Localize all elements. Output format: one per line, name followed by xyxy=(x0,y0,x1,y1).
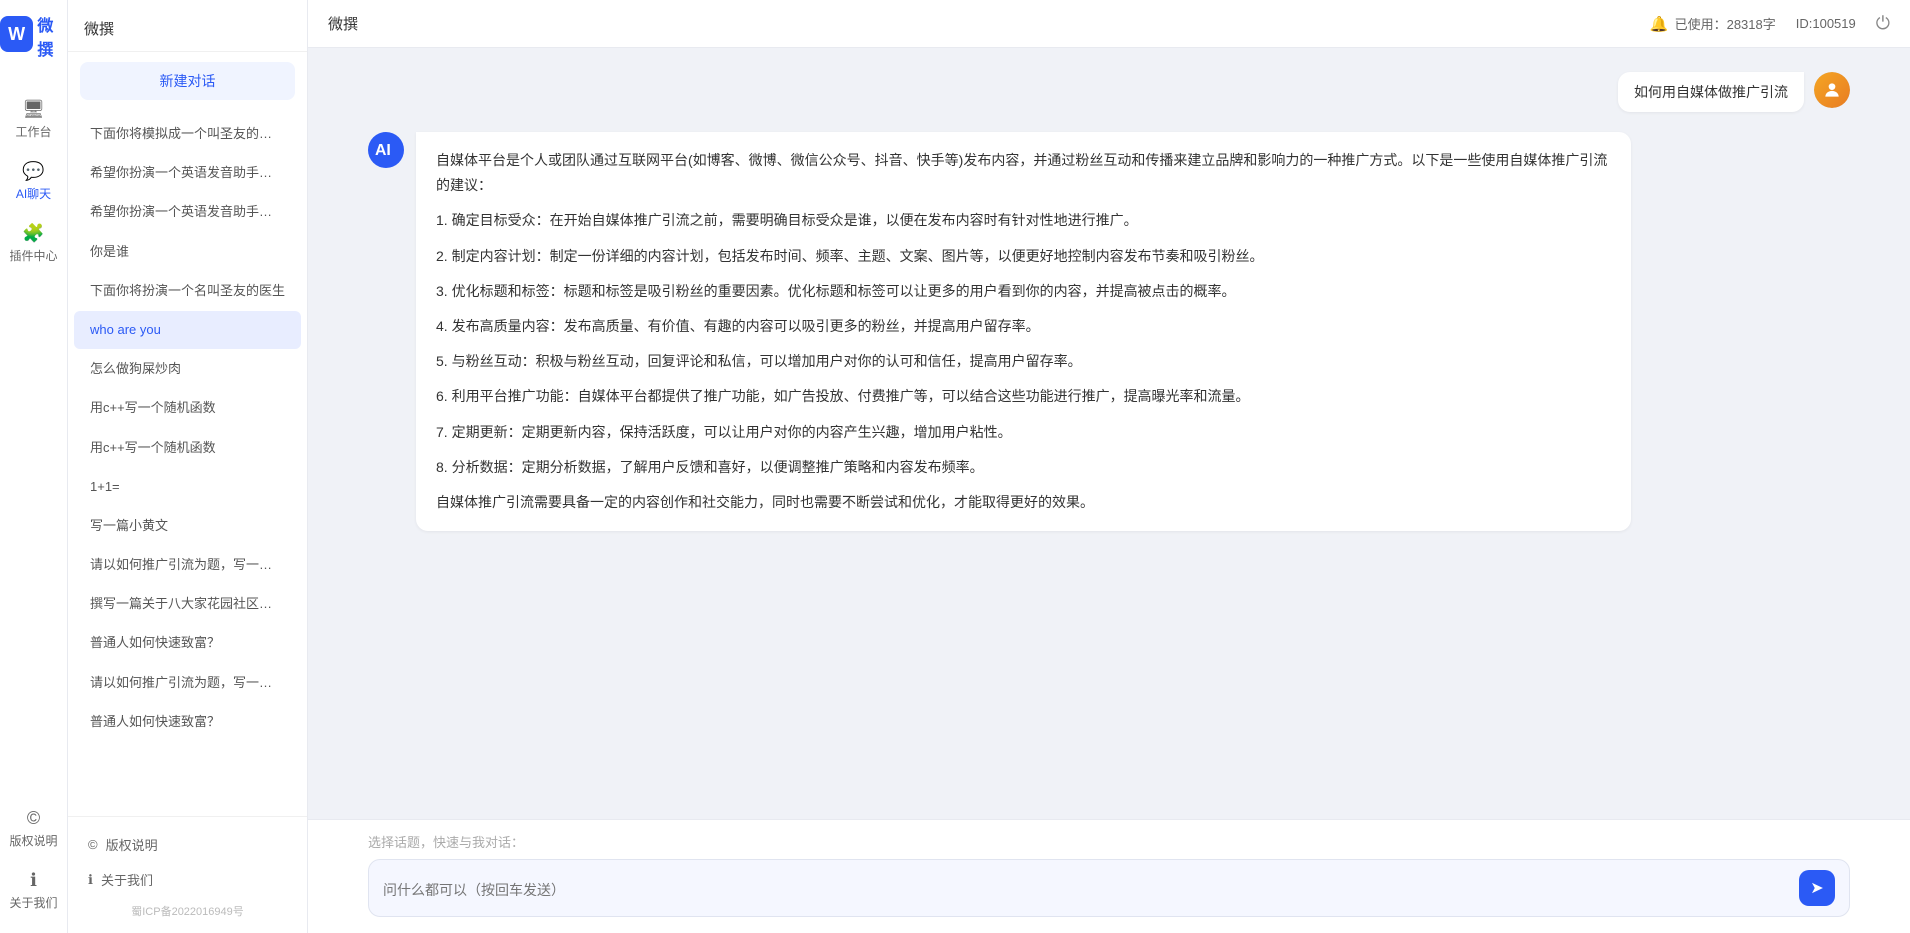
footer-copyright-icon: © xyxy=(88,837,98,852)
aichat-icon: 💬 xyxy=(23,160,45,182)
user-avatar xyxy=(1814,72,1850,108)
ai-paragraph-4: 4. 发布高质量内容：发布高质量、有价值、有趣的内容可以吸引更多的粉丝，并提高用… xyxy=(436,314,1611,339)
send-button[interactable]: ➤ xyxy=(1799,870,1835,906)
sidebar-item-plugin[interactable]: 🧩 插件中心 xyxy=(0,212,67,274)
footer-about-button[interactable]: ℹ 关于我们 xyxy=(84,862,291,897)
sidebar-item-aichat[interactable]: 💬 AI聊天 xyxy=(0,150,67,212)
logo-icon: W xyxy=(0,16,33,52)
input-section: 选择话题，快速与我对话： ➤ xyxy=(308,819,1910,933)
aichat-label: AI聊天 xyxy=(16,185,51,202)
user-id: ID:100519 xyxy=(1796,16,1856,31)
list-item[interactable]: 你是谁 xyxy=(74,233,301,271)
user-avatar-image xyxy=(1814,72,1850,108)
plugin-icon: 🧩 xyxy=(23,222,45,244)
about-label: 关于我们 xyxy=(9,894,57,911)
ai-paragraph-0: 自媒体平台是个人或团队通过互联网平台(如博客、微博、微信公众号、抖音、快手等)发… xyxy=(436,148,1611,198)
logout-button[interactable]: ⏻ xyxy=(1876,13,1890,34)
sidebar-item-copyright[interactable]: © 版权说明 xyxy=(9,797,57,859)
main-content: 微撰 🔔 已使用：28318字 ID:100519 ⏻ 如何用自媒体做推广引流 xyxy=(308,0,1910,933)
logo-area: W 微撰 xyxy=(0,12,67,60)
ai-paragraph-9: 自媒体推广引流需要具备一定的内容创作和社交能力，同时也需要不断尝试和优化，才能取… xyxy=(436,490,1611,515)
plugin-label: 插件中心 xyxy=(9,247,57,264)
topbar-right: 🔔 已使用：28318字 ID:100519 ⏻ xyxy=(1650,13,1890,34)
input-wrapper: ➤ xyxy=(368,859,1850,917)
workbench-label: 工作台 xyxy=(15,123,51,140)
list-item[interactable]: 下面你将扮演一个名叫圣友的医生 xyxy=(74,272,301,310)
list-item[interactable]: 希望你扮演一个英语发音助手，我提供给你... xyxy=(74,193,301,231)
copyright-label: 版权说明 xyxy=(9,832,57,849)
ai-message: AI 自媒体平台是个人或团队通过互联网平台(如博客、微博、微信公众号、抖音、快手… xyxy=(368,132,1850,531)
list-item[interactable]: 怎么做狗屎炒肉 xyxy=(74,350,301,388)
list-item[interactable]: 撰写一篇关于八大家花园社区一刻钟便民生... xyxy=(74,585,301,623)
new-conversation-button[interactable]: 新建对话 xyxy=(80,62,295,100)
conversation-list: 下面你将模拟成一个叫圣友的程序员、我说... 希望你扮演一个英语发音助手，我提供… xyxy=(68,110,307,816)
sidebar-header: 微撰 xyxy=(68,0,307,52)
left-navigation: W 微撰 🖥 工作台 💬 AI聊天 🧩 插件中心 © 版权说明 ℹ 关于我们 xyxy=(0,0,68,933)
footer-about-icon: ℹ xyxy=(88,872,93,888)
list-item[interactable]: 用c++写一个随机函数 xyxy=(74,389,301,427)
about-icon: ℹ xyxy=(22,869,44,891)
ai-paragraph-2: 2. 制定内容计划：制定一份详细的内容计划，包括发布时间、频率、主题、文案、图片… xyxy=(436,244,1611,269)
ai-paragraph-5: 5. 与粉丝互动：积极与粉丝互动，回复评论和私信，可以增加用户对你的认可和信任，… xyxy=(436,349,1611,374)
user-message: 如何用自媒体做推广引流 xyxy=(368,72,1850,112)
sidebar-footer: © 版权说明 ℹ 关于我们 蜀ICP备2022016949号 xyxy=(68,816,307,933)
workbench-icon: 🖥 xyxy=(23,98,45,120)
ai-bubble: 自媒体平台是个人或团队通过互联网平台(如博客、微博、微信公众号、抖音、快手等)发… xyxy=(416,132,1631,531)
usage-info: 🔔 已使用：28318字 xyxy=(1650,14,1776,33)
ai-paragraph-7: 7. 定期更新：定期更新内容，保持活跃度，可以让用户对你的内容产生兴趣，增加用户… xyxy=(436,420,1611,445)
beian-info: 蜀ICP备2022016949号 xyxy=(84,897,291,923)
ai-paragraph-6: 6. 利用平台推广功能：自媒体平台都提供了推广功能，如广告投放、付费推广等，可以… xyxy=(436,384,1611,409)
ai-paragraph-1: 1. 确定目标受众：在开始自媒体推广引流之前，需要明确目标受众是谁，以便在发布内… xyxy=(436,208,1611,233)
copyright-icon: © xyxy=(22,807,44,829)
ai-avatar: AI xyxy=(368,132,404,168)
list-item[interactable]: 希望你扮演一个英语发音助手，我提供给你... xyxy=(74,154,301,192)
footer-about-label: 关于我们 xyxy=(101,870,153,889)
user-bubble: 如何用自媒体做推广引流 xyxy=(1618,72,1804,112)
ai-paragraph-8: 8. 分析数据：定期分析数据，了解用户反馈和喜好，以便调整推广策略和内容发布频率… xyxy=(436,455,1611,480)
list-item[interactable]: 普通人如何快速致富？ xyxy=(74,703,301,741)
footer-copyright-label: 版权说明 xyxy=(106,835,158,854)
footer-copyright-button[interactable]: © 版权说明 xyxy=(84,827,291,862)
chat-area: 如何用自媒体做推广引流 AI 自媒体平台是个人或团队通过互联网平台(如博客、微博… xyxy=(308,48,1910,819)
token-icon: 🔔 xyxy=(1650,15,1669,33)
list-item[interactable]: 下面你将模拟成一个叫圣友的程序员、我说... xyxy=(74,115,301,153)
logo-text: 微撰 xyxy=(37,12,67,60)
quick-topics-label: 选择话题，快速与我对话： xyxy=(368,832,1850,851)
usage-text: 已使用：28318字 xyxy=(1675,14,1776,33)
page-title: 微撰 xyxy=(328,13,358,34)
topbar: 微撰 🔔 已使用：28318字 ID:100519 ⏻ xyxy=(308,0,1910,48)
list-item[interactable]: 用c++写一个随机函数 xyxy=(74,429,301,467)
list-item[interactable]: 普通人如何快速致富？ xyxy=(74,624,301,662)
list-item[interactable]: 1+1= xyxy=(74,468,301,506)
ai-paragraph-3: 3. 优化标题和标签：标题和标签是吸引粉丝的重要因素。优化标题和标签可以让更多的… xyxy=(436,279,1611,304)
list-item[interactable]: 请以如何推广引流为题，写一篇大纲 xyxy=(74,546,301,584)
chat-input[interactable] xyxy=(383,880,1789,896)
svg-text:AI: AI xyxy=(375,142,391,159)
sidebar-item-about[interactable]: ℹ 关于我们 xyxy=(9,859,57,921)
send-icon: ➤ xyxy=(1810,878,1823,898)
sidebar-item-workbench[interactable]: 🖥 工作台 xyxy=(0,88,67,150)
list-item[interactable]: 写一篇小黄文 xyxy=(74,507,301,545)
sidebar: 微撰 新建对话 下面你将模拟成一个叫圣友的程序员、我说... 希望你扮演一个英语… xyxy=(68,0,308,933)
list-item[interactable]: who are you xyxy=(74,311,301,349)
list-item[interactable]: 请以如何推广引流为题，写一篇大纲 xyxy=(74,664,301,702)
